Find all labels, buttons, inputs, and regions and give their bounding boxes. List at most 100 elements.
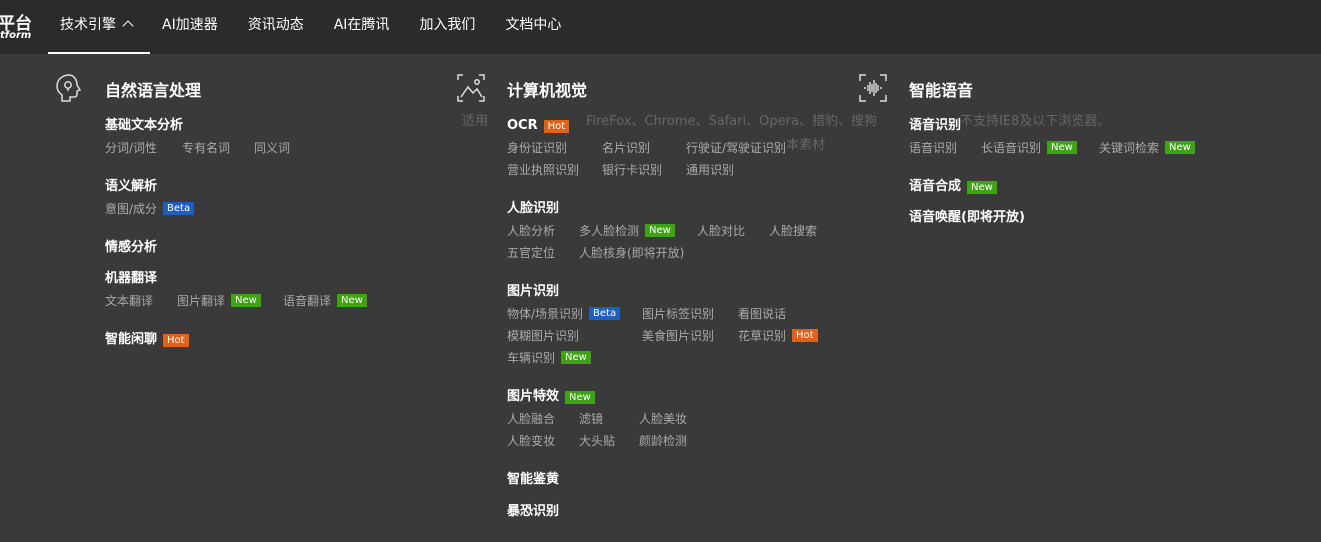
menu-item[interactable]: 颜龄检测 [639,432,687,449]
section-title[interactable]: 暴恐识别 [507,502,559,522]
section-title-label: OCR [507,118,538,133]
menu-item[interactable]: 图片标签识别 [642,305,738,322]
menu-item[interactable]: 文本翻译 [105,292,177,309]
nlp-title: 自然语言处理 [105,81,202,100]
section-title[interactable]: 语义解析 [105,177,194,197]
logo-subtext: tform [0,30,32,41]
menu-item[interactable]: 多人脸检测 New [579,222,697,239]
section-title[interactable]: 智能鉴黄 [507,470,559,490]
beta-badge: Beta [163,201,195,215]
section-title-label: 图片特效 [507,389,560,404]
menu-item[interactable]: 人脸变妆 [507,432,579,449]
chevron-up-icon [122,20,134,32]
main-nav: 技术引擎 AI加速器 资讯动态 AI在腾讯 加入我们 文档中心 [48,0,579,54]
menu-item[interactable]: 名片识别 [602,139,686,156]
menu-item[interactable]: 美食图片识别 [642,327,738,344]
menu-item-label: 车辆识别 [507,350,556,365]
nlp-semantic-section: 语义解析 意图/成分 Beta [105,177,195,219]
cv-header: 计算机视觉 [455,70,855,106]
cv-ocr-section: OCR Hot 身份证识别 名片识别 行驶证/驾驶证识别 营业执照识别 银行卡识别… [507,116,786,180]
new-badge: New [1047,140,1077,154]
section-title[interactable]: 机器翻译 [105,269,367,289]
menu-item[interactable]: 人脸核身(即将开放) [579,244,684,261]
background-text: 本素材 [786,138,826,153]
menu-item[interactable]: 银行卡识别 [602,161,686,178]
nav-tech-engine[interactable]: 技术引擎 [48,0,150,54]
cv-porn-section: 智能鉴黄 [507,470,559,490]
menu-item[interactable]: 同义词 [254,139,290,156]
menu-item-label: 语音翻译 [283,293,332,308]
nav-news[interactable]: 资讯动态 [236,0,322,54]
menu-item[interactable]: 关键词检索 New [1099,139,1195,156]
menu-item[interactable]: 车辆识别 New [507,349,591,366]
nav-label: 资讯动态 [247,17,304,33]
nav-ai-accelerator[interactable]: AI加速器 [150,0,236,54]
nav-ai-at-tencent[interactable]: AI在腾讯 [322,0,408,54]
section-title[interactable]: 语音合成 New [909,177,997,197]
menu-item[interactable]: 人脸搜索 [769,222,817,239]
menu-item[interactable]: 语音识别 [909,139,981,156]
cv-image-section: 图片识别 物体/场景识别 Beta 图片标签识别 看图说话 模糊图片识别 美食图片… [507,282,818,368]
menu-item[interactable]: 模糊图片识别 [507,327,642,344]
section-title[interactable]: 语音唤醒(即将开放) [909,208,1025,228]
menu-item[interactable]: 长语音识别 New [981,139,1099,156]
menu-item[interactable]: 人脸分析 [507,222,579,239]
new-badge: New [561,350,591,364]
nav-docs[interactable]: 文档中心 [493,0,579,54]
cv-title: 计算机视觉 [507,81,588,100]
menu-item[interactable]: 人脸融合 [507,410,579,427]
section-title[interactable]: 图片特效 New [507,387,687,407]
menu-item-label: 关键词检索 [1099,140,1160,155]
logo[interactable]: 平台 tform [0,8,34,46]
nlp-translate-section: 机器翻译 文本翻译 图片翻译 New 语音翻译 New [105,269,367,311]
section-title[interactable]: 图片识别 [507,282,818,302]
voice-tts-section: 语音合成 New [909,177,997,197]
menu-item[interactable]: 通用识别 [686,161,734,178]
menu-item[interactable]: 大头贴 [579,432,639,449]
menu-item[interactable]: 物体/场景识别 Beta [507,305,642,322]
menu-item[interactable]: 滤镜 [579,410,639,427]
nlp-sentiment-section: 情感分析 [105,238,157,258]
nlp-chat-section: 智能闲聊 Hot [105,330,189,350]
nav-label: AI加速器 [162,17,218,33]
beta-badge: Beta [589,306,621,320]
nav-join-us[interactable]: 加入我们 [407,0,493,54]
new-badge: New [645,223,675,237]
nav-label: 加入我们 [419,17,476,33]
new-badge: New [1165,140,1195,154]
menu-item[interactable]: 看图说话 [738,305,786,322]
cv-terror-section: 暴恐识别 [507,502,559,522]
nlp-basic-section: 基础文本分析 分词/词性 专有名词 同义词 [105,116,290,158]
menu-item[interactable]: 行驶证/驾驶证识别 [686,139,786,156]
menu-item[interactable]: 分词/词性 [105,139,182,156]
menu-item[interactable]: 人脸对比 [697,222,769,239]
section-title[interactable]: 智能闲聊 Hot [105,330,189,350]
section-title-label: 智能闲聊 [105,332,158,347]
background-text: 适用 [462,114,489,129]
nav-label: 文档中心 [505,17,562,33]
section-title[interactable]: OCR Hot [507,116,786,136]
menu-item-label: 长语音识别 [981,140,1042,155]
hot-badge: Hot [792,328,818,342]
menu-item[interactable]: 图片翻译 New [177,292,283,309]
nav-label: 技术引擎 [60,17,116,33]
section-title[interactable]: 情感分析 [105,238,157,258]
menu-item[interactable]: 语音翻译 New [283,292,367,309]
menu-item-label: 图片翻译 [177,293,226,308]
menu-item-label: 多人脸检测 [579,223,640,238]
menu-item[interactable]: 人脸美妆 [639,410,687,427]
section-title[interactable]: 基础文本分析 [105,116,290,136]
menu-item[interactable]: 营业执照识别 [507,161,602,178]
voice-wake-section: 语音唤醒(即将开放) [909,208,1025,228]
menu-item[interactable]: 专有名词 [182,139,254,156]
hot-badge: Hot [543,119,570,133]
menu-item[interactable]: 五官定位 [507,244,579,261]
menu-item-label: 花草识别 [738,328,787,343]
menu-item[interactable]: 花草识别 Hot [738,327,818,344]
menu-item[interactable]: 意图/成分 Beta [105,200,195,217]
hot-badge: Hot [163,333,189,347]
section-title[interactable]: 语音识别 [909,116,1195,136]
section-title[interactable]: 人脸识别 [507,199,817,219]
menu-item[interactable]: 身份证识别 [507,139,602,156]
nlp-header: 自然语言处理 [53,70,453,106]
